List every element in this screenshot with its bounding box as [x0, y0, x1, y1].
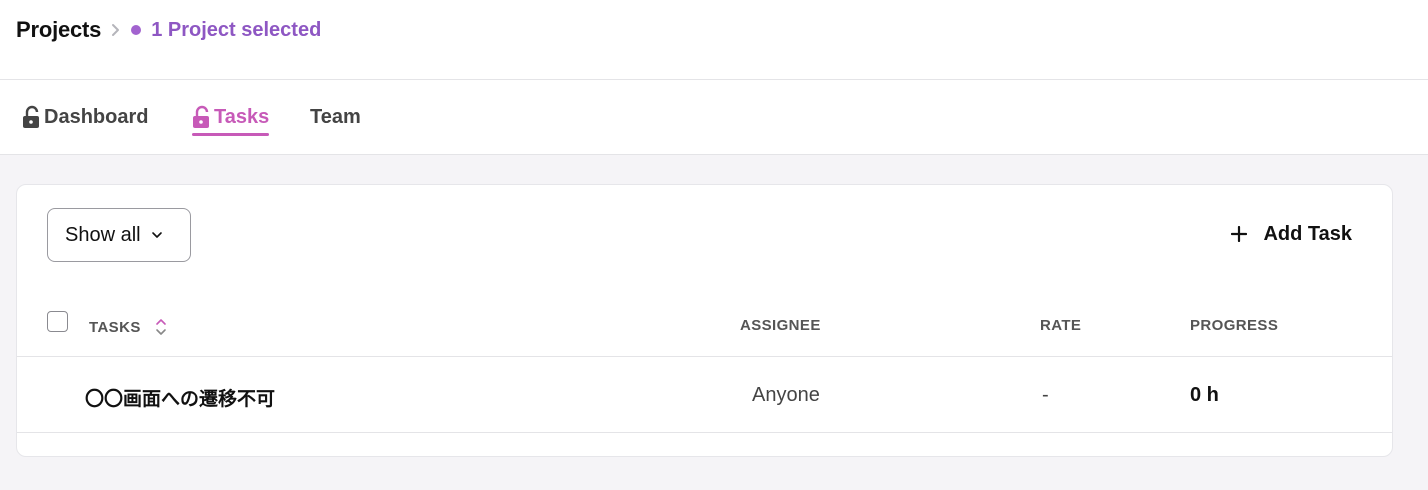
column-header-assignee: ASSIGNEE — [740, 317, 821, 334]
tab-dashboard-label: Dashboard — [44, 105, 149, 128]
breadcrumb: Projects 1 Project selected — [16, 16, 321, 44]
column-header-progress: PROGRESS — [1190, 317, 1279, 334]
selection-dot-icon — [131, 25, 142, 35]
tab-team-label: Team — [310, 105, 361, 128]
chevron-down-icon — [151, 231, 163, 239]
tab-tasks[interactable]: Tasks — [192, 100, 270, 136]
tab-bar: Dashboard Tasks Team — [0, 80, 1428, 155]
select-all-checkbox[interactable] — [47, 311, 68, 332]
add-task-label: Add Task — [1263, 222, 1352, 245]
lock-open-icon — [22, 105, 42, 129]
tab-dashboard[interactable]: Dashboard — [22, 100, 148, 134]
tasks-card: Show all Add Task TASKS ASSIGNEE RATE PR… — [16, 184, 1393, 457]
tab-tasks-label: Tasks — [214, 105, 270, 128]
table-row[interactable]: 〇〇画面への遷移不可 Anyone - 0 h — [17, 358, 1392, 433]
breadcrumb-current[interactable]: 1 Project selected — [151, 19, 321, 42]
table-header: TASKS ASSIGNEE RATE PROGRESS — [17, 297, 1392, 357]
task-progress: 0 h — [1190, 384, 1219, 406]
show-all-dropdown[interactable]: Show all — [47, 208, 191, 262]
task-assignee[interactable]: Anyone — [752, 384, 820, 407]
task-rate: - — [1042, 384, 1049, 406]
task-name[interactable]: 〇〇画面への遷移不可 — [85, 384, 275, 411]
column-header-tasks-label: TASKS — [89, 318, 141, 336]
add-task-button[interactable]: Add Task — [1231, 219, 1352, 249]
column-header-rate: RATE — [1040, 317, 1082, 334]
top-bar: Projects 1 Project selected — [0, 0, 1428, 80]
chevron-right-icon — [111, 23, 121, 37]
column-header-tasks[interactable]: TASKS — [89, 317, 167, 337]
lock-open-icon — [192, 105, 212, 129]
show-all-label: Show all — [65, 223, 141, 246]
breadcrumb-projects[interactable]: Projects — [16, 17, 101, 43]
sort-icon[interactable] — [155, 317, 167, 337]
plus-icon — [1231, 226, 1248, 242]
tab-team[interactable]: Team — [310, 100, 361, 134]
